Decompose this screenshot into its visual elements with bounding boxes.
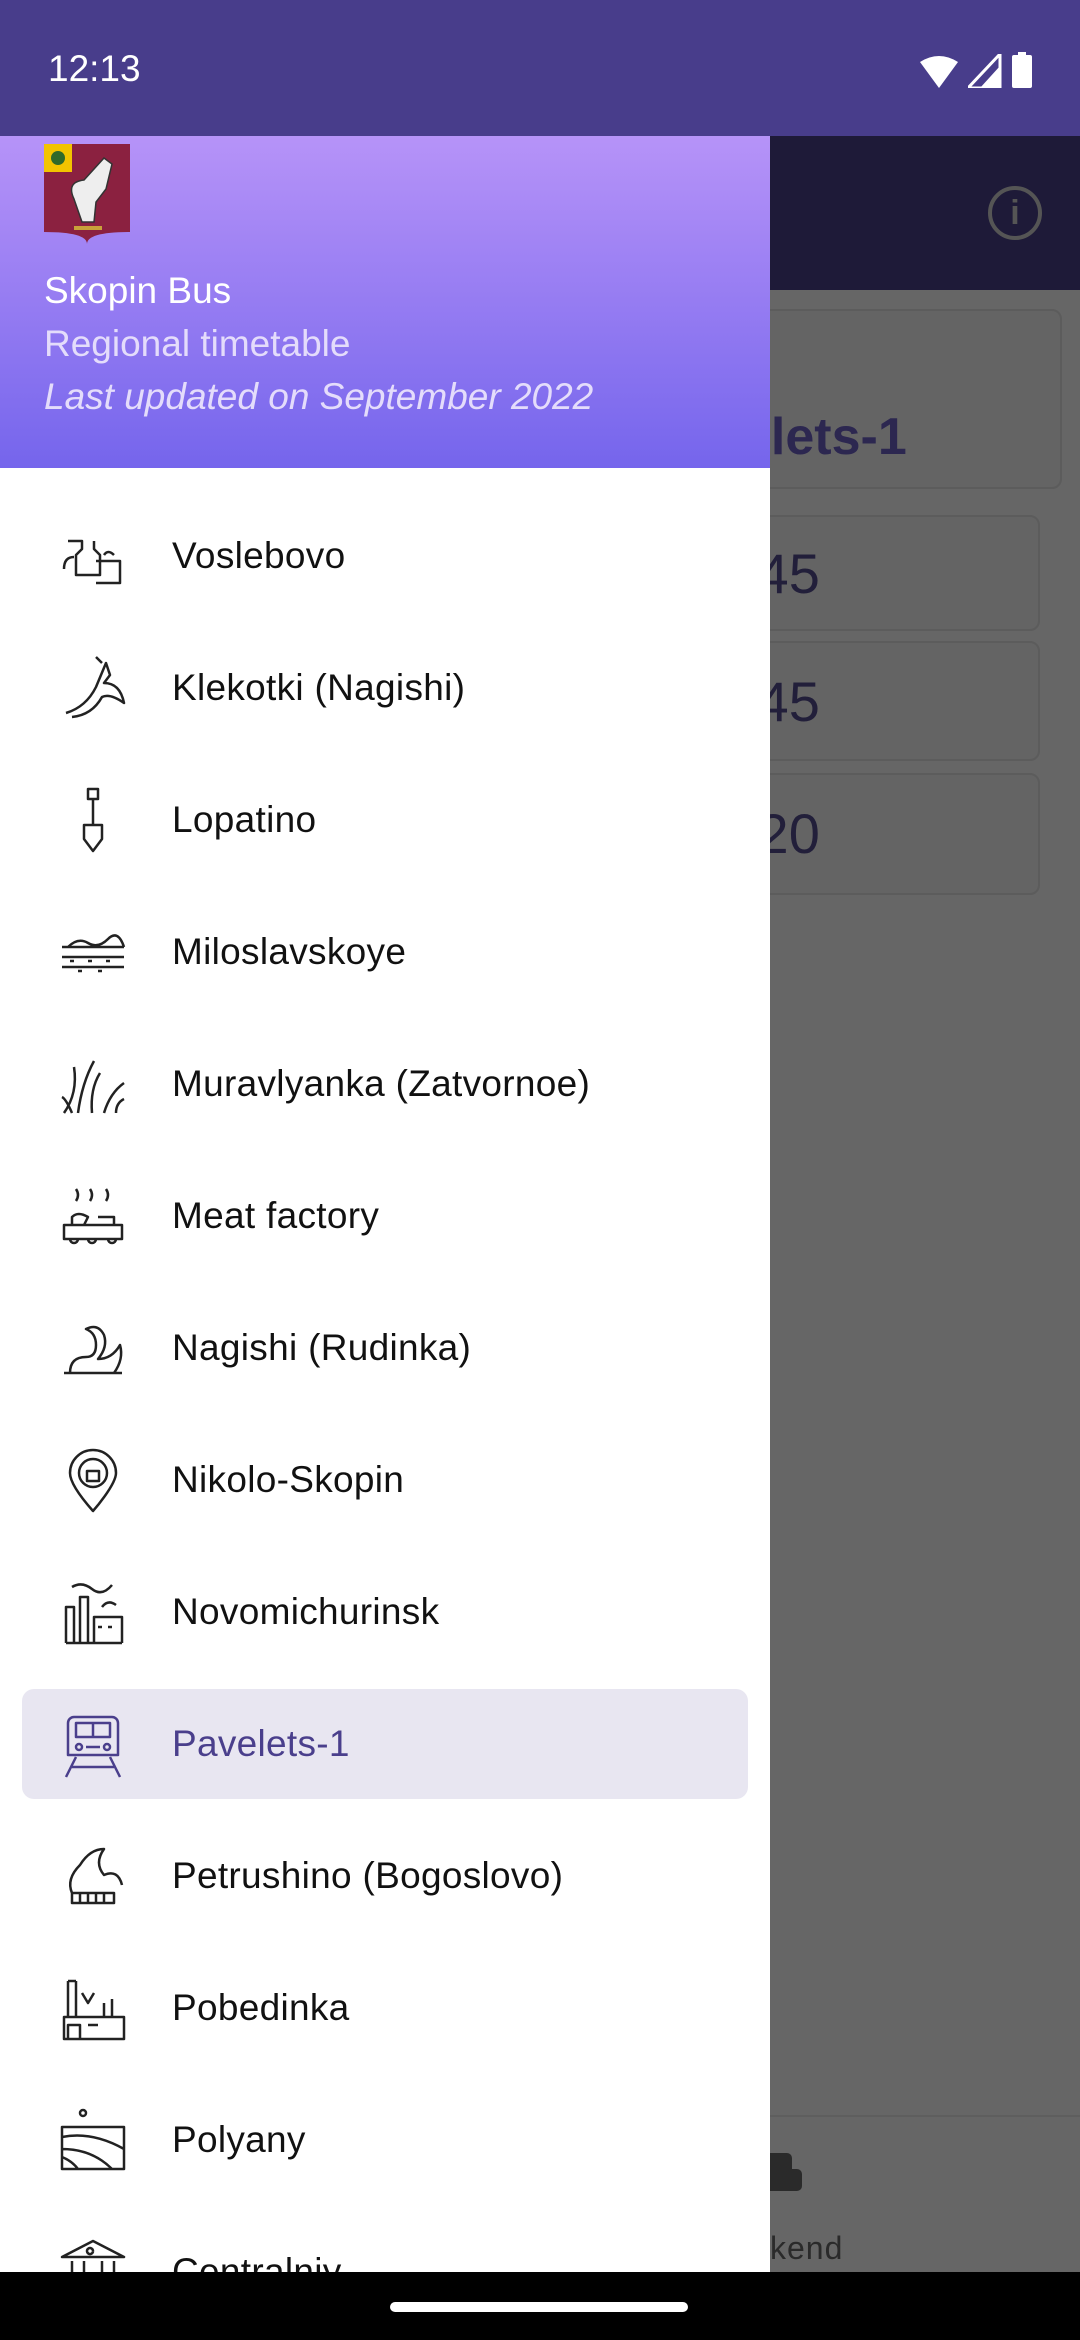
drawer-item-label: Nagishi (Rudinka) xyxy=(172,1327,472,1368)
drawer-item-label: Voslebovo xyxy=(172,535,346,576)
station-title: elets-1 xyxy=(742,408,907,466)
drawer-item-label: Petrushino (Bogoslovo) xyxy=(172,1855,564,1896)
time-card[interactable]: :20 xyxy=(740,773,1040,895)
last-updated: Last updated on September 2022 xyxy=(44,376,594,417)
drawer-item-label: Lopatino xyxy=(172,799,317,840)
drawer-item-pavelets-1[interactable]: Pavelets-1 xyxy=(22,1689,748,1799)
power-plant-icon xyxy=(64,1583,124,1645)
drawer-item-centralniy[interactable]: Centralniy xyxy=(22,2217,748,2272)
pottery-icon xyxy=(62,539,122,585)
time-card[interactable]: :45 xyxy=(740,515,1040,631)
grass-icon xyxy=(61,1060,125,1114)
sofa-icon xyxy=(770,2153,802,2191)
drawer-item-nagishi-rudinka[interactable]: Nagishi (Rudinka) xyxy=(22,1293,748,1403)
drawer-item-label: Pobedinka xyxy=(172,1987,350,2028)
jester-hat-icon xyxy=(69,1847,124,1905)
meat-factory-icon xyxy=(62,1188,124,1245)
battery-icon xyxy=(1012,52,1032,88)
swan-icon xyxy=(64,1325,123,1375)
crane-bird-icon xyxy=(65,656,126,719)
drawer-item-petrushino-bogoslovo[interactable]: Petrushino (Bogoslovo) xyxy=(22,1821,748,1931)
train-icon xyxy=(64,1715,122,1778)
time-card[interactable]: :45 xyxy=(740,641,1040,761)
drawer-item-label: Novomichurinsk xyxy=(172,1591,440,1632)
drawer-item-label: Pavelets-1 xyxy=(172,1723,350,1764)
navigation-drawer: Skopin Bus Regional timetable Last updat… xyxy=(0,136,770,2272)
drawer-item-label: Polyany xyxy=(172,2119,306,2160)
system-nav-bar xyxy=(0,2272,1080,2340)
drawer-item-label: Muravlyanka (Zatvornoe) xyxy=(172,1063,591,1104)
time-value: :45 xyxy=(742,670,820,733)
time-value: :45 xyxy=(742,542,820,605)
time-value: :20 xyxy=(742,802,820,865)
station-card: elets-1 xyxy=(740,309,1062,489)
drawer-item-label: Klekotki (Nagishi) xyxy=(172,667,466,708)
location-pin-icon xyxy=(68,1448,118,1513)
info-icon[interactable]: i xyxy=(988,186,1042,240)
drawer-item-label: Miloslavskoye xyxy=(172,931,407,972)
drawer-item-label: Centralniy xyxy=(172,2251,342,2272)
bottom-nav: kend xyxy=(770,2115,1080,2272)
building-columns-icon xyxy=(60,2239,126,2272)
drawer-item-miloslavskoye[interactable]: Miloslavskoye xyxy=(22,897,748,1007)
drawer-item-lopatino[interactable]: Lopatino xyxy=(22,765,748,875)
wifi-icon xyxy=(920,56,958,88)
shovel-icon xyxy=(82,787,104,853)
drawer-item-klekotki-nagishi[interactable]: Klekotki (Nagishi) xyxy=(22,633,748,743)
drawer-item-polyany[interactable]: Polyany xyxy=(22,2085,748,2195)
coat-of-arms-logo xyxy=(44,144,130,244)
drawer-item-meat-factory[interactable]: Meat factory xyxy=(22,1161,748,1271)
drawer-item-label: Meat factory xyxy=(172,1195,380,1236)
drawer-item-novomichurinsk[interactable]: Novomichurinsk xyxy=(22,1557,748,1667)
status-time: 12:13 xyxy=(48,48,141,89)
drawer-item-muravlyanka-zatvornoe[interactable]: Muravlyanka (Zatvornoe) xyxy=(22,1029,748,1139)
signal-icon xyxy=(968,54,1002,88)
drawer-item-nikolo-skopin[interactable]: Nikolo-Skopin xyxy=(22,1425,748,1535)
factory-icon xyxy=(62,1979,126,2041)
drawer-header: Skopin Bus Regional timetable Last updat… xyxy=(0,136,770,468)
drawer-item-label: Nikolo-Skopin xyxy=(172,1459,405,1500)
bottom-nav-weekend-label[interactable]: kend xyxy=(770,2230,843,2267)
app-name: Skopin Bus xyxy=(44,270,232,311)
home-gesture-handle[interactable] xyxy=(390,2302,688,2312)
field-sun-icon xyxy=(60,2108,126,2171)
status-bar: 12:13 xyxy=(0,0,1080,136)
app-subtitle: Regional timetable xyxy=(44,323,351,364)
fields-icon xyxy=(62,934,126,973)
drawer-item-pobedinka[interactable]: Pobedinka xyxy=(22,1953,748,2063)
drawer-item-voslebovo[interactable]: Voslebovo xyxy=(22,501,748,611)
